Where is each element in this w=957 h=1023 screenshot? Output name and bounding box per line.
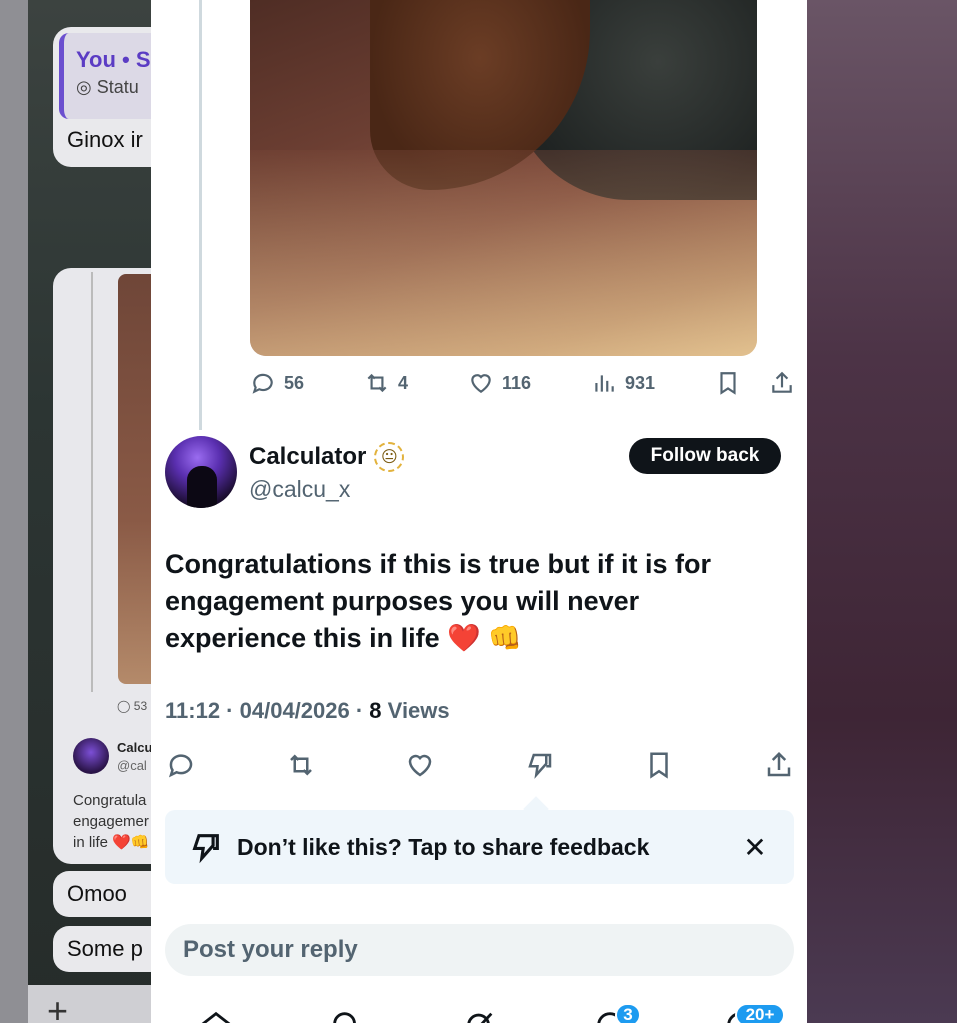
reply-meta: 11:12 · 04/04/2026 · 8 Views — [165, 698, 450, 723]
reply-input-placeholder: Post your reply — [183, 936, 358, 963]
author-badge-icon: 😐 — [374, 442, 405, 472]
messages-badge: 3 — [615, 1003, 641, 1023]
chat-bubble-text: Omoo — [67, 881, 127, 906]
reply-views-label[interactable]: Views — [388, 698, 450, 723]
search-icon[interactable] — [329, 1008, 363, 1023]
heart-emoji: ❤️ — [447, 623, 481, 653]
views-stat[interactable]: 931 — [591, 370, 655, 396]
views-chart-icon — [595, 375, 614, 392]
mini-author-name: Calcu — [117, 740, 153, 755]
reply-actions-row — [165, 748, 795, 782]
heart-icon — [471, 374, 491, 393]
reply-text: Congratulations if this is true but if i… — [165, 549, 711, 653]
share-icon[interactable] — [769, 370, 795, 396]
like-button[interactable] — [404, 749, 436, 781]
share-icon — [767, 751, 791, 777]
quoted-reply-text: Ginox ir — [67, 127, 143, 152]
thumbs-down-icon — [528, 753, 552, 779]
mini-reply-value: 53 — [133, 699, 148, 713]
reply-button[interactable] — [165, 749, 197, 781]
views-count: 931 — [624, 372, 655, 393]
dislike-button[interactable] — [524, 749, 556, 781]
bookmark-button[interactable] — [643, 749, 675, 781]
background-edge — [0, 0, 28, 1023]
reply-time: 11:12 — [165, 698, 221, 723]
thumbs-down-icon — [192, 834, 219, 864]
quoted-subtitle-text: Statu — [96, 77, 139, 97]
repost-stat[interactable]: 4 — [364, 370, 408, 396]
reply-views-count: 8 — [369, 698, 382, 723]
mini-author-handle: @cal — [117, 758, 147, 773]
chat-bubble-text: Some p — [67, 936, 143, 961]
share-button[interactable] — [763, 749, 795, 781]
avatar[interactable] — [165, 436, 237, 508]
feedback-banner[interactable]: Don’t like this? Tap to share feedback ✕ — [165, 810, 794, 884]
mini-thread-line — [91, 272, 93, 692]
grok-icon[interactable] — [463, 1008, 497, 1023]
bookmark-icon — [650, 752, 669, 779]
reply-icon — [252, 373, 273, 394]
reply-text-block: Congratulations if this is true but if i… — [165, 546, 785, 657]
like-stat[interactable]: 116 — [468, 370, 531, 396]
notifications-badge: 20+ — [735, 1003, 785, 1023]
post-extra-actions — [715, 370, 795, 396]
author-name-row[interactable]: Calculator 😐 — [249, 442, 405, 472]
reply-count: 56 — [284, 372, 305, 393]
plus-icon[interactable]: + — [47, 990, 68, 1023]
post-photo[interactable] — [250, 0, 757, 356]
post-stats-row: 56 4 116 931 — [250, 368, 795, 398]
close-icon[interactable]: ✕ — [740, 831, 770, 864]
reply-stat[interactable]: 56 — [250, 370, 304, 396]
photo-lower — [250, 150, 757, 356]
author-name: Calculator — [249, 443, 367, 470]
reply-icon — [168, 754, 193, 778]
reply-date: 04/04/2026 — [239, 698, 350, 723]
post-detail-card: 56 4 116 931 Calculator 😐 @calcu_x Follo… — [151, 0, 807, 1023]
reply-input[interactable]: Post your reply — [165, 924, 794, 976]
background-blur — [807, 0, 957, 1023]
home-icon[interactable] — [199, 1008, 233, 1023]
avatar-silhouette — [187, 466, 217, 508]
thread-line — [199, 0, 202, 430]
mini-reply-count: ◯ 53 — [117, 699, 148, 713]
follow-back-button[interactable]: Follow back — [629, 438, 781, 474]
feedback-text: Don’t like this? Tap to share feedback — [237, 833, 650, 860]
repost-icon — [289, 754, 312, 776]
heart-icon — [408, 754, 432, 777]
like-count: 116 — [501, 372, 531, 393]
repost-count: 4 — [397, 372, 408, 393]
repost-icon — [367, 373, 387, 393]
bookmark-icon[interactable] — [715, 370, 741, 396]
mini-avatar — [73, 738, 109, 774]
fist-emoji: 👊 — [488, 623, 522, 653]
repost-button[interactable] — [285, 749, 317, 781]
mini-post-text: Congratula engagemer in life ❤️👊 — [73, 792, 150, 851]
author-handle[interactable]: @calcu_x — [249, 476, 350, 503]
bottom-tab-bar: 3 20+ — [151, 1000, 807, 1023]
